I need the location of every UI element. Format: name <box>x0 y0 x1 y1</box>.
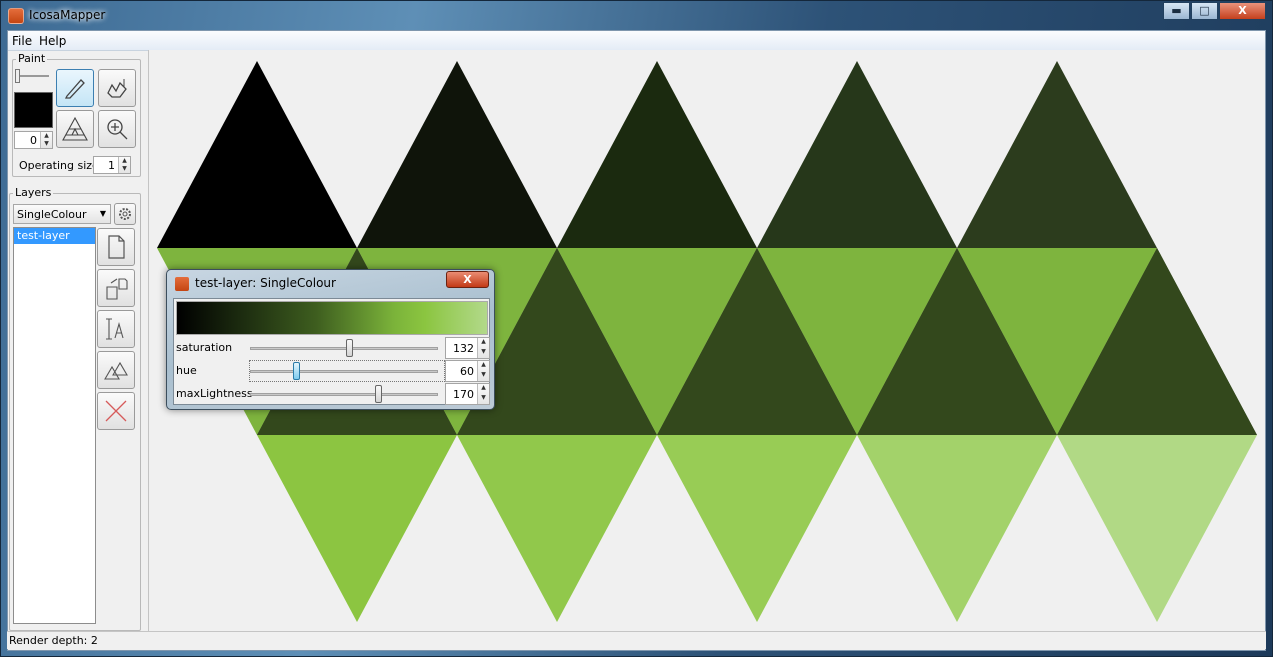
zoom-icon <box>107 119 128 140</box>
java-app-icon <box>175 277 189 291</box>
operating-size-label: Operating size <box>19 159 99 172</box>
spinner-up-icon[interactable]: ▲ <box>478 338 489 348</box>
color-swatch[interactable] <box>14 92 53 128</box>
spinner-up-icon[interactable]: ▲ <box>478 384 489 394</box>
triangle-grid-icon <box>62 116 88 141</box>
net-face-bottom[interactable] <box>657 435 857 622</box>
menu-help[interactable]: Help <box>39 34 66 48</box>
colour-gradient-preview <box>176 301 488 335</box>
param-spinner[interactable]: 132 ▲ ▼ <box>445 337 490 359</box>
layers-group-title: Layers <box>13 186 54 199</box>
pencil-icon <box>64 79 85 99</box>
param-slider-thumb[interactable] <box>375 385 382 403</box>
export-layer-button[interactable] <box>97 269 135 307</box>
net-face-bottom[interactable] <box>457 435 657 622</box>
net-face-top[interactable] <box>757 61 957 248</box>
duplicate-layer-button[interactable] <box>97 351 135 389</box>
spinner-down-icon[interactable]: ▼ <box>478 371 489 381</box>
pencil-tool-button[interactable] <box>56 69 94 107</box>
layer-settings-button[interactable] <box>114 203 136 225</box>
chevron-down-icon: ▼ <box>99 209 106 218</box>
param-spinner[interactable]: 60 ▲ ▼ <box>445 360 490 382</box>
export-layer-icon <box>106 278 128 300</box>
net-face-bottom[interactable] <box>857 435 1057 622</box>
layer-list[interactable]: test-layer <box>13 227 96 624</box>
brush-slider-thumb[interactable] <box>15 69 20 83</box>
operating-size-value[interactable]: 1 <box>94 159 118 172</box>
minimize-button[interactable]: ▬ <box>1163 2 1190 20</box>
param-spinner[interactable]: 170 ▲ ▼ <box>445 383 490 405</box>
net-face-bottom[interactable] <box>257 435 457 622</box>
spinner-down-icon[interactable]: ▼ <box>478 394 489 404</box>
param-slider-track[interactable] <box>250 393 438 396</box>
spinner-down-icon[interactable]: ▼ <box>119 165 130 173</box>
net-face-top[interactable] <box>157 61 357 248</box>
param-row-saturation: saturation 132 ▲ ▼ <box>175 337 490 359</box>
maximize-button[interactable]: □ <box>1191 2 1218 20</box>
new-layer-icon <box>108 235 125 259</box>
color-index-value[interactable]: 0 <box>15 134 40 147</box>
delete-icon <box>105 400 127 422</box>
zoom-tool-button[interactable] <box>98 110 136 148</box>
layer-type-value: SingleColour <box>17 208 87 221</box>
fill-icon <box>107 79 127 98</box>
param-label: hue <box>176 364 197 377</box>
title-bar[interactable]: IcosaMapper ▬ □ X <box>1 1 1272 31</box>
gear-icon <box>119 208 131 220</box>
java-app-icon <box>8 8 24 24</box>
brush-slider-track[interactable] <box>15 75 49 77</box>
spinner-up-icon[interactable]: ▲ <box>478 361 489 371</box>
param-row-maxlightness: maxLightness 170 ▲ ▼ <box>175 383 490 405</box>
net-face-top[interactable] <box>957 61 1157 248</box>
param-row-hue: hue 60 ▲ ▼ <box>175 360 490 382</box>
layer-settings-dialog[interactable]: test-layer: SingleColour X saturation 13… <box>166 269 495 410</box>
menu-file[interactable]: File <box>12 34 32 48</box>
dialog-title: test-layer: SingleColour <box>195 276 336 290</box>
rename-layer-button[interactable] <box>97 310 135 348</box>
close-button[interactable]: X <box>1219 2 1266 20</box>
layer-list-item[interactable]: test-layer <box>14 228 95 244</box>
operating-size-spinner[interactable]: 1 ▲ ▼ <box>93 156 131 174</box>
spinner-down-icon[interactable]: ▼ <box>41 140 52 148</box>
net-face-top[interactable] <box>557 61 757 248</box>
layer-type-combo[interactable]: SingleColour ▼ <box>13 204 111 224</box>
status-text: Render depth: 2 <box>9 634 98 647</box>
paint-group-title: Paint <box>16 52 48 65</box>
param-slider-thumb[interactable] <box>293 362 300 380</box>
fill-tool-button[interactable] <box>98 69 136 107</box>
net-face-top[interactable] <box>357 61 557 248</box>
window-title: IcosaMapper <box>29 8 106 22</box>
delete-layer-button[interactable] <box>97 392 135 430</box>
spinner-up-icon[interactable]: ▲ <box>119 157 130 165</box>
net-face-bottom[interactable] <box>1057 435 1257 622</box>
rename-layer-icon <box>106 318 124 340</box>
dialog-body: saturation 132 ▲ ▼ hue 60 ▲ ▼ maxLightne… <box>173 298 490 405</box>
param-value[interactable]: 60 <box>446 365 477 378</box>
app-window: IcosaMapper ▬ □ X File Help Paint 0 ▲ ▼ O… <box>0 0 1273 657</box>
status-bar: Render depth: 2 <box>7 631 1266 649</box>
param-value[interactable]: 170 <box>446 388 477 401</box>
param-label: saturation <box>176 341 233 354</box>
spinner-up-icon[interactable]: ▲ <box>41 132 52 140</box>
param-slider-track[interactable] <box>250 370 438 373</box>
triangle-grid-tool-button[interactable] <box>56 110 94 148</box>
param-label: maxLightness <box>176 387 253 400</box>
new-layer-button[interactable] <box>97 228 135 266</box>
dialog-close-button[interactable]: X <box>446 271 489 288</box>
spinner-down-icon[interactable]: ▼ <box>478 348 489 358</box>
param-value[interactable]: 132 <box>446 342 477 355</box>
menu-bar: File Help <box>8 31 1265 51</box>
color-index-spinner[interactable]: 0 ▲ ▼ <box>14 131 53 149</box>
param-slider-thumb[interactable] <box>346 339 353 357</box>
duplicate-layer-icon <box>104 361 128 380</box>
param-slider-track[interactable] <box>250 347 438 350</box>
